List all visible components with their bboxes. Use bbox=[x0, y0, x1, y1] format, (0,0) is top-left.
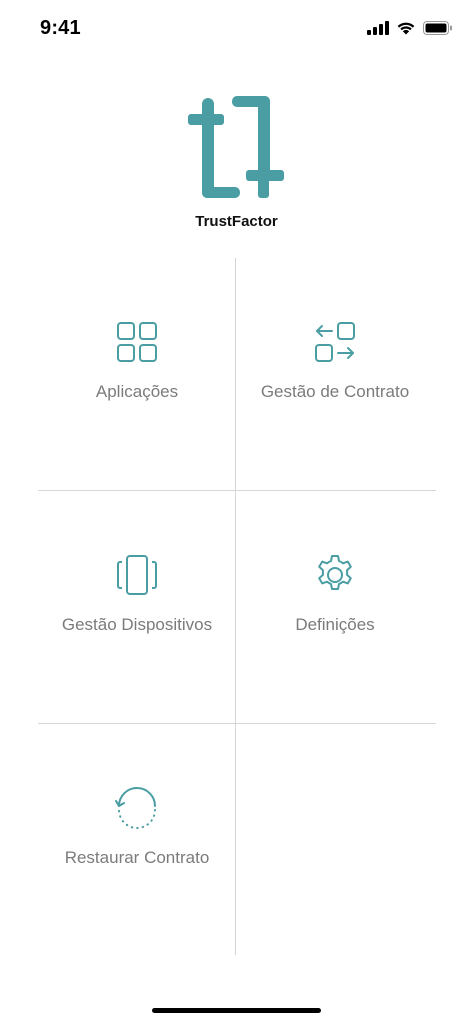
status-time: 9:41 bbox=[40, 17, 81, 39]
battery-icon bbox=[423, 20, 452, 35]
gear-icon bbox=[318, 555, 352, 590]
brand-name: TrustFactor bbox=[195, 213, 278, 230]
wifi-icon bbox=[397, 22, 415, 35]
restore-icon bbox=[115, 787, 156, 829]
menu-item-label: Aplicações bbox=[95, 382, 179, 401]
devices-icon bbox=[117, 555, 157, 595]
apps-grid-icon bbox=[117, 322, 157, 362]
status-bar: 9:41 bbox=[0, 0, 473, 58]
menu-item-label: Gestão Dispositivos bbox=[61, 615, 213, 634]
signal-icon bbox=[367, 20, 389, 35]
menu-item-gestao-contrato[interactable]: Gestão de Contrato bbox=[236, 258, 434, 490]
home-indicator[interactable] bbox=[152, 1008, 321, 1013]
menu-item-label: Definições bbox=[295, 615, 375, 634]
menu-item-definicoes[interactable]: Definições bbox=[236, 491, 434, 723]
contract-swap-icon bbox=[315, 322, 355, 362]
menu-item-label: Restaurar Contrato bbox=[64, 848, 210, 867]
menu-grid: Aplicações Gestão de Contrato Gestão Dis… bbox=[38, 258, 436, 955]
menu-item-restaurar-contrato[interactable]: Restaurar Contrato bbox=[38, 724, 236, 956]
menu-item-aplicacoes[interactable]: Aplicações bbox=[38, 258, 236, 490]
menu-item-label: Gestão de Contrato bbox=[260, 382, 410, 401]
trustfactor-logo-icon bbox=[188, 96, 284, 198]
status-icons bbox=[367, 20, 453, 35]
menu-item-gestao-dispositivos[interactable]: Gestão Dispositivos bbox=[38, 491, 236, 723]
